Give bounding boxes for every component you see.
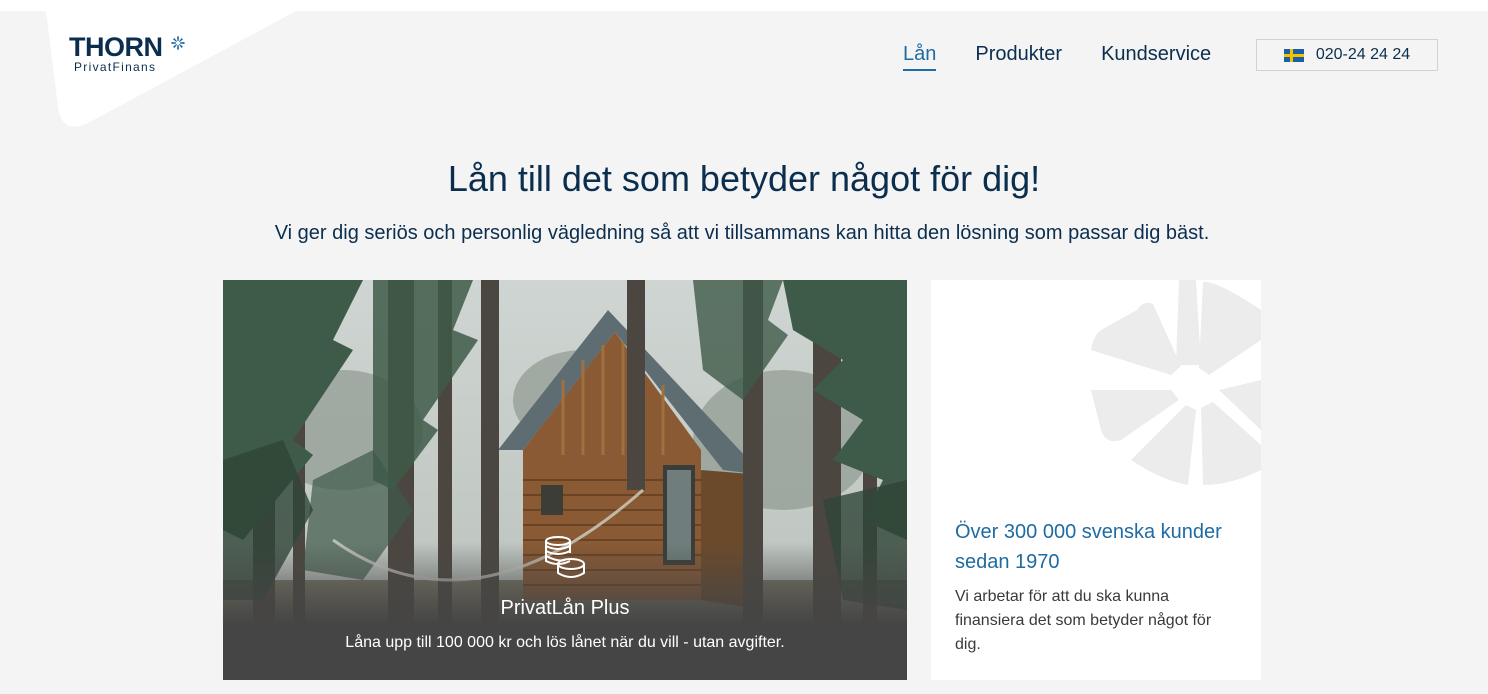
logo-link[interactable]: THORN PrivatFinans bbox=[69, 33, 199, 77]
main-nav: Lån Produkter Kundservice bbox=[903, 42, 1250, 71]
product-description: Låna upp till 100 000 kr och lös lånet n… bbox=[345, 634, 785, 651]
swedish-flag-icon bbox=[1283, 48, 1304, 62]
product-title: PrivatLån Plus bbox=[500, 597, 630, 619]
phone-number: 020-24 24 24 bbox=[1315, 46, 1411, 63]
nav-item-lan[interactable]: Lån bbox=[903, 42, 937, 71]
snowflake-icon bbox=[171, 36, 185, 50]
coins-icon bbox=[545, 536, 585, 578]
info-text: Vi arbetar för att du ska kunna finansie… bbox=[955, 588, 1212, 653]
page-subtitle: Vi ger dig seriös och personlig vägledni… bbox=[274, 222, 1210, 244]
info-title: Över 300 000 svenska kunder sedan 1970 bbox=[955, 521, 1222, 573]
nav-item-produkter[interactable]: Produkter bbox=[975, 42, 1062, 69]
phone-button[interactable]: 020-24 24 24 bbox=[1256, 39, 1438, 71]
logo-brand: THORN bbox=[69, 32, 163, 62]
info-card: Över 300 000 svenska kunder sedan 1970 V… bbox=[931, 280, 1261, 680]
nav-item-kundservice[interactable]: Kundservice bbox=[1101, 42, 1211, 69]
product-card-privatlan-plus[interactable]: PrivatLån Plus Låna upp till 100 000 kr … bbox=[223, 280, 907, 680]
logo-tab: THORN PrivatFinans bbox=[0, 11, 310, 141]
snowflake-watermark-icon bbox=[1091, 280, 1261, 485]
logo-tagline: PrivatFinans bbox=[74, 60, 157, 74]
page-title: Lån till det som betyder något för dig! bbox=[447, 158, 1041, 199]
page: THORN PrivatFinans Lån Produkter Kundser… bbox=[0, 11, 1488, 694]
